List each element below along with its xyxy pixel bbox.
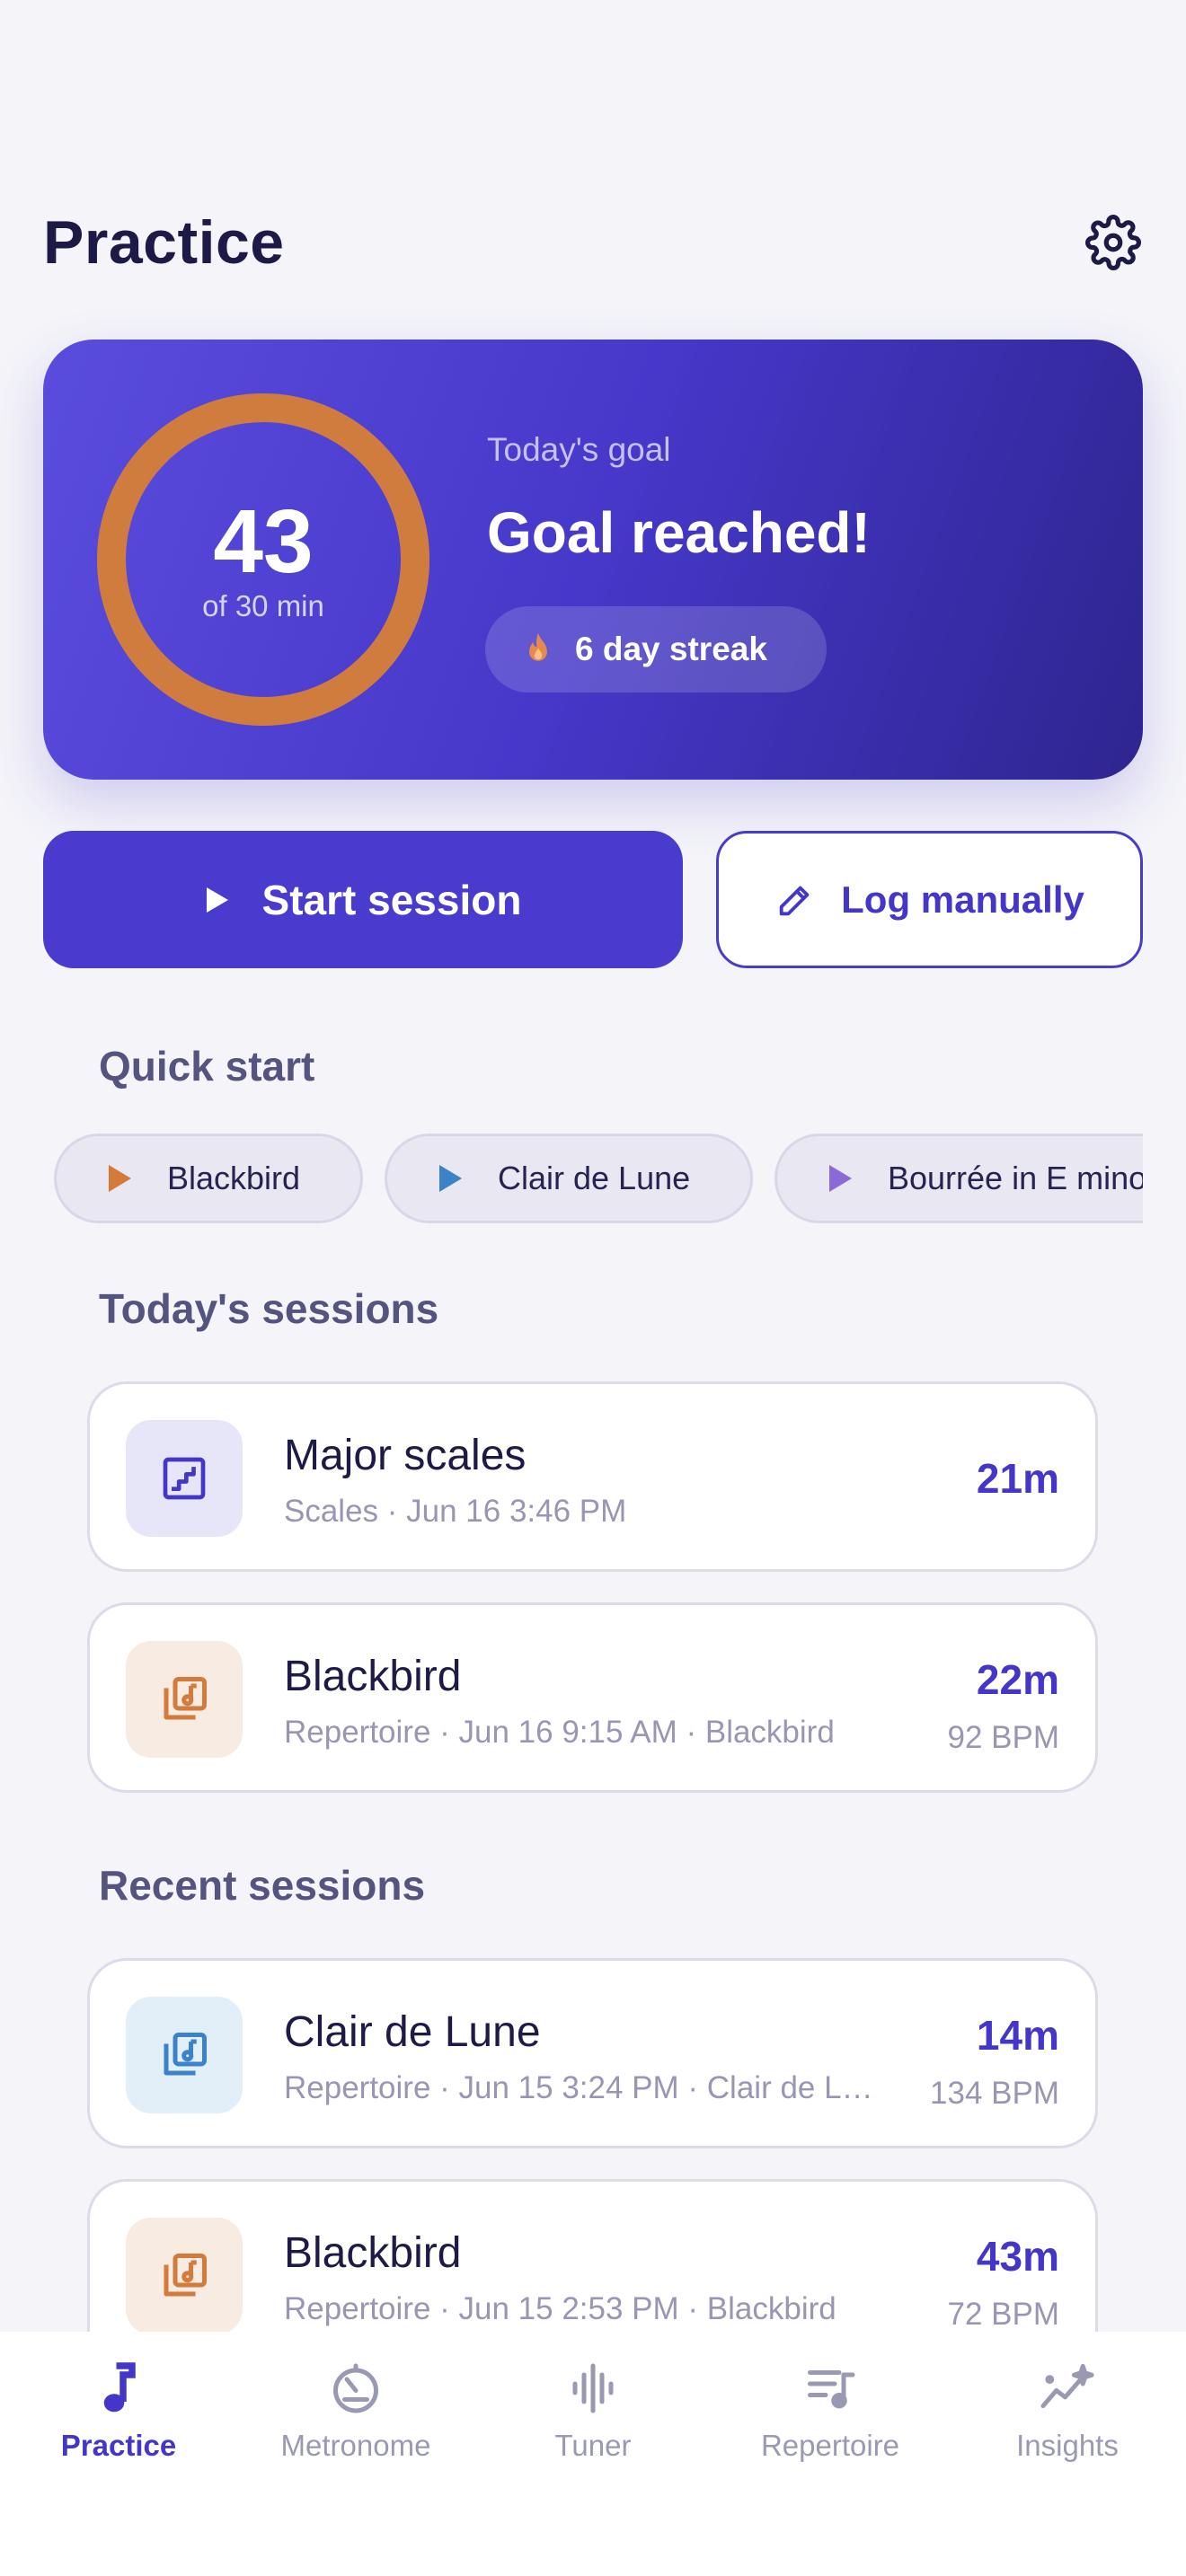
tab-metronome[interactable]: Metronome — [237, 2359, 474, 2466]
quick-start-title: Quick start — [99, 1043, 315, 1090]
music-library-icon — [164, 1677, 207, 1720]
tab-label: Practice — [60, 2429, 177, 2462]
tab-label: Tuner — [554, 2429, 632, 2462]
streak-badge: 6 day streak — [485, 606, 827, 693]
quick-start-chip-label: Bourrée in E minor — [888, 1160, 1143, 1196]
tab-label: Metronome — [280, 2429, 431, 2462]
music-note-icon — [103, 2362, 136, 2413]
session-card[interactable]: Clair de Lune Repertoire · Jun 15 3:24 P… — [87, 1958, 1098, 2148]
quick-start-chip-label: Clair de Lune — [498, 1160, 691, 1196]
session-title: Blackbird — [284, 1653, 462, 1700]
scales-icon — [163, 1457, 206, 1500]
page-header: Practice — [43, 202, 1143, 283]
session-duration: 43m — [976, 2233, 1059, 2280]
goal-target: of 30 min — [202, 589, 324, 622]
tab-tuner[interactable]: Tuner — [474, 2359, 712, 2466]
play-icon — [109, 1165, 131, 1192]
pencil-icon — [779, 886, 810, 915]
session-subtitle: Repertoire · Jun 15 2:53 PM · Blackbird — [284, 2291, 836, 2326]
goal-card: 43 of 30 min Today's goal Goal reached! … — [43, 340, 1143, 780]
session-subtitle: Repertoire · Jun 15 3:24 PM · Clair de L… — [284, 2070, 886, 2105]
session-card[interactable]: Blackbird Repertoire · Jun 16 9:15 AM · … — [87, 1602, 1098, 1793]
session-bpm: 72 BPM — [947, 2297, 1060, 2332]
flame-icon — [529, 632, 547, 661]
session-title: Major scales — [284, 1432, 527, 1479]
playlist-icon — [808, 2370, 855, 2409]
todays-sessions-title: Today's sessions — [99, 1285, 439, 1332]
session-duration: 21m — [976, 1455, 1059, 1502]
log-manually-button[interactable]: Log manually — [716, 831, 1143, 968]
session-icon-box — [126, 2218, 243, 2334]
metronome-icon — [333, 2363, 378, 2413]
session-subtitle: Scales · Jun 16 3:46 PM — [284, 1494, 627, 1529]
page-title: Practice — [43, 208, 285, 277]
music-library-icon — [164, 2254, 207, 2297]
tab-insights[interactable]: Insights — [949, 2359, 1186, 2466]
tab-label: Insights — [1016, 2429, 1119, 2462]
recent-sessions-title: Recent sessions — [99, 1862, 426, 1909]
quick-start-chip[interactable]: Clair de Lune — [385, 1134, 753, 1223]
play-icon — [829, 1165, 852, 1192]
music-library-icon — [164, 2033, 207, 2076]
gear-icon — [1085, 215, 1141, 270]
session-title: Clair de Lune — [284, 2008, 541, 2056]
session-subtitle: Repertoire · Jun 16 9:15 AM · Blackbird — [284, 1715, 835, 1750]
session-icon-box — [126, 1997, 243, 2113]
session-icon-box — [126, 1641, 243, 1758]
start-session-label: Start session — [261, 876, 522, 923]
settings-button[interactable] — [1084, 213, 1143, 272]
session-bpm: 134 BPM — [930, 2076, 1059, 2111]
waveform-icon — [572, 2363, 614, 2413]
play-icon — [206, 887, 228, 913]
session-title: Blackbird — [284, 2229, 462, 2277]
log-manually-label: Log manually — [841, 878, 1084, 921]
quick-start-list[interactable]: Blackbird Clair de Lune Bourrée in E min… — [54, 1134, 1143, 1225]
session-bpm: 92 BPM — [947, 1720, 1060, 1755]
tab-repertoire[interactable]: Repertoire — [712, 2359, 949, 2466]
session-card[interactable]: Major scales Scales · Jun 16 3:46 PM 21m — [87, 1381, 1098, 1572]
tab-practice[interactable]: Practice — [0, 2359, 237, 2466]
tab-bar: Practice Metronome Tuner Repertoire Insi… — [0, 2332, 1186, 2576]
quick-start-chip-label: Blackbird — [167, 1160, 301, 1196]
tab-label: Repertoire — [760, 2429, 900, 2462]
session-icon-box — [126, 1420, 243, 1537]
quick-start-chip[interactable]: Blackbird — [54, 1134, 363, 1223]
chart-sparkle-icon — [1040, 2363, 1094, 2409]
goal-status: Goal reached! — [487, 500, 871, 565]
session-duration: 14m — [976, 2012, 1059, 2059]
goal-label: Today's goal — [487, 431, 671, 468]
play-icon — [439, 1165, 462, 1192]
start-session-button[interactable]: Start session — [43, 831, 683, 968]
goal-minutes: 43 — [213, 491, 314, 592]
session-duration: 22m — [976, 1656, 1059, 1703]
streak-text: 6 day streak — [575, 631, 767, 667]
quick-start-chip[interactable]: Bourrée in E minor — [774, 1134, 1143, 1223]
